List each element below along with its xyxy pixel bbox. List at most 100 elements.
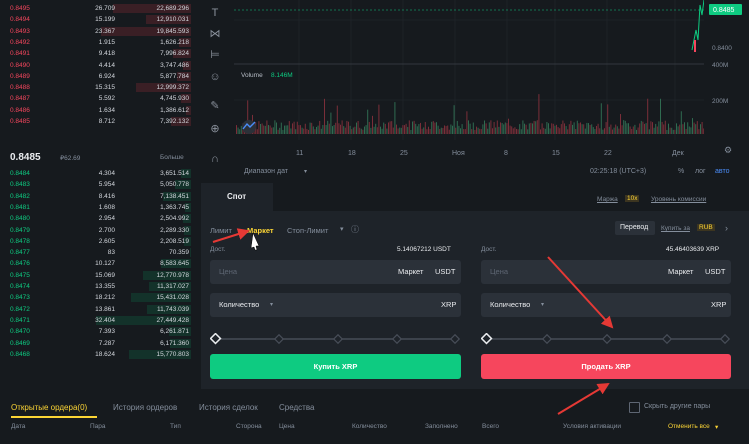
buy-qty-chevron-icon[interactable]: ▾	[270, 293, 273, 317]
buy-price-value: Маркет	[398, 267, 424, 276]
volume-bar	[394, 102, 396, 134]
volume-bar	[474, 129, 476, 134]
sell-available-label: Дост.	[481, 246, 497, 253]
bid-row[interactable]: 0.8469 7.287 6,171.360	[0, 338, 197, 349]
buy-xrp-button[interactable]: Купить XRP	[210, 354, 461, 379]
hide-pairs-checkbox[interactable]	[629, 402, 640, 413]
last-price-row[interactable]: 0.8485 ₽62.69 Больше	[0, 150, 197, 166]
spot-header: Спот Маржа 10x Уровень комиссии	[201, 183, 749, 211]
ask-row[interactable]: 0.8490 4.414 3,747.486	[0, 60, 197, 71]
measure-tool-icon[interactable]: ⊨	[207, 48, 223, 62]
bid-row[interactable]: 0.8470 7.393 6,261.871	[0, 326, 197, 337]
text-tool-icon[interactable]: T	[207, 6, 223, 20]
date-range-button[interactable]: Диапазон дат	[244, 168, 289, 175]
zoom-in-icon[interactable]: ⊕	[207, 122, 223, 136]
bid-row[interactable]: 0.8480 2.954 2,504.992	[0, 213, 197, 224]
ask-row[interactable]: 0.8492 1.915 1,626.218	[0, 37, 197, 48]
buy-for-link[interactable]: Купить за	[661, 225, 690, 232]
tab-spot[interactable]: Спот	[201, 183, 273, 211]
col-quantity: Количество	[352, 423, 387, 430]
volume-bar	[652, 122, 653, 134]
volume-bar	[506, 123, 508, 134]
bid-row[interactable]: 0.8468 18.624 15,770.803	[0, 349, 197, 360]
buy-amount-slider[interactable]	[210, 333, 461, 345]
ruler-tool-icon[interactable]: ✎	[207, 99, 223, 113]
sell-xrp-button[interactable]: Продать XRP	[481, 354, 731, 379]
tab-trade-history[interactable]: История сделок	[199, 403, 258, 412]
magnet-icon[interactable]: ∩	[207, 152, 223, 166]
order-type-stop-limit[interactable]: Стоп-Лимит	[287, 226, 328, 235]
ask-row[interactable]: 0.8486 1.634 1,386.612	[0, 105, 197, 116]
chart-canvas[interactable]: 0.8485 0.8400 400M 200M Volume 8.146M 11…	[234, 0, 749, 178]
bid-row[interactable]: 0.8471 32.404 27,449.428	[0, 315, 197, 326]
volume-bar	[565, 126, 567, 134]
volume-bar	[316, 126, 317, 134]
volume-bar	[556, 124, 557, 134]
volume-bar	[509, 125, 511, 134]
volume-bar	[266, 120, 268, 134]
sell-amount-slider[interactable]	[481, 333, 731, 345]
volume-bar	[327, 120, 329, 134]
transfer-button[interactable]: Перевод	[615, 221, 655, 235]
order-type-market[interactable]: Маркет	[247, 226, 274, 235]
ask-row[interactable]: 0.8489 6.924 5,877.784	[0, 71, 197, 82]
volume-bar	[367, 109, 369, 134]
ask-row[interactable]: 0.8488 15.315 12,999.372	[0, 82, 197, 93]
chart-settings-icon[interactable]: ⚙	[724, 145, 732, 155]
date-range-chevron-icon[interactable]: ▾	[304, 169, 307, 175]
ask-row[interactable]: 0.8495 26.709 22,689.296	[0, 3, 197, 14]
volume-bar	[520, 129, 522, 134]
bid-row[interactable]: 0.8483 5.954 5,050.778	[0, 179, 197, 190]
auto-toggle[interactable]: авто	[715, 168, 730, 175]
volume-bar	[298, 125, 300, 134]
row-total: 2,504.992	[160, 215, 189, 223]
tab-funds[interactable]: Средства	[279, 403, 314, 412]
sell-qty-chevron-icon[interactable]: ▾	[541, 293, 544, 317]
bid-row[interactable]: 0.8484 4.304 3,651.514	[0, 168, 197, 179]
log-toggle[interactable]: лог	[695, 168, 706, 175]
bid-row[interactable]: 0.8479 2.700 2,289.330	[0, 225, 197, 236]
price-chart[interactable]: 0.8485 0.8400 400M 200M Volume 8.146M 11…	[234, 0, 749, 178]
volume-bar	[447, 125, 449, 134]
cancel-all-chevron-icon[interactable]: ▾	[715, 423, 718, 431]
ask-row[interactable]: 0.8487 5.592 4,745.930	[0, 93, 197, 104]
bid-row[interactable]: 0.8474 13.355 11,317.027	[0, 281, 197, 292]
pattern-tool-icon[interactable]: ⋈	[207, 27, 223, 41]
bid-row[interactable]: 0.8477 83 70.359	[0, 247, 197, 258]
chevron-right-icon[interactable]: ›	[725, 223, 728, 233]
bid-row[interactable]: 0.8472 13.861 11,743.039	[0, 304, 197, 315]
buy-price-field[interactable]: Цена Маркет USDT	[210, 260, 461, 284]
stop-limit-dropdown-icon[interactable]: ▾	[340, 225, 344, 233]
bid-row[interactable]: 0.8475 15.069 12,770.978	[0, 270, 197, 281]
fee-level-link[interactable]: Уровень комиссии	[651, 196, 706, 203]
margin-link[interactable]: Маржа	[597, 196, 618, 203]
ask-row[interactable]: 0.8493 23.367 19,845.593	[0, 26, 197, 37]
more-link[interactable]: Больше	[160, 154, 184, 161]
buy-quantity-field[interactable]: Количество ▾ XRP	[210, 293, 461, 317]
emoji-tool-icon[interactable]: ☺	[207, 70, 223, 84]
bid-row[interactable]: 0.8481 1.608 1,363.745	[0, 202, 197, 213]
bid-row[interactable]: 0.8473 18.212 15,431.028	[0, 292, 197, 303]
volume-bar	[578, 123, 580, 134]
ask-row[interactable]: 0.8485 8.712 7,392.132	[0, 116, 197, 127]
bid-row[interactable]: 0.8482 8.416 7,138.451	[0, 191, 197, 202]
volume-bar	[492, 128, 493, 134]
volume-bar	[666, 129, 668, 134]
ask-row[interactable]: 0.8494 15.199 12,910.031	[0, 14, 197, 25]
info-icon[interactable]: ⓘ	[351, 224, 359, 235]
percent-toggle[interactable]: %	[678, 168, 684, 175]
order-type-limit[interactable]: Лимит	[210, 226, 232, 235]
sell-price-field[interactable]: Цена Маркет USDT	[481, 260, 731, 284]
tab-open-orders[interactable]: Открытые ордера(0)	[11, 403, 87, 412]
cancel-all-button[interactable]: Отменить все	[668, 423, 710, 430]
ask-row[interactable]: 0.8491 9.418 7,996.824	[0, 48, 197, 59]
volume-bar	[392, 127, 394, 134]
volume-bar	[592, 127, 594, 134]
row-total: 6,261.871	[160, 328, 189, 336]
bid-row[interactable]: 0.8478 2.605 2,208.519	[0, 236, 197, 247]
hide-pairs-label: Скрыть другие пары	[644, 403, 711, 410]
volume-bar	[271, 127, 273, 134]
tab-order-history[interactable]: История ордеров	[113, 403, 177, 412]
bid-row[interactable]: 0.8476 10.127 8,583.645	[0, 258, 197, 269]
sell-quantity-field[interactable]: Количество ▾ XRP	[481, 293, 731, 317]
